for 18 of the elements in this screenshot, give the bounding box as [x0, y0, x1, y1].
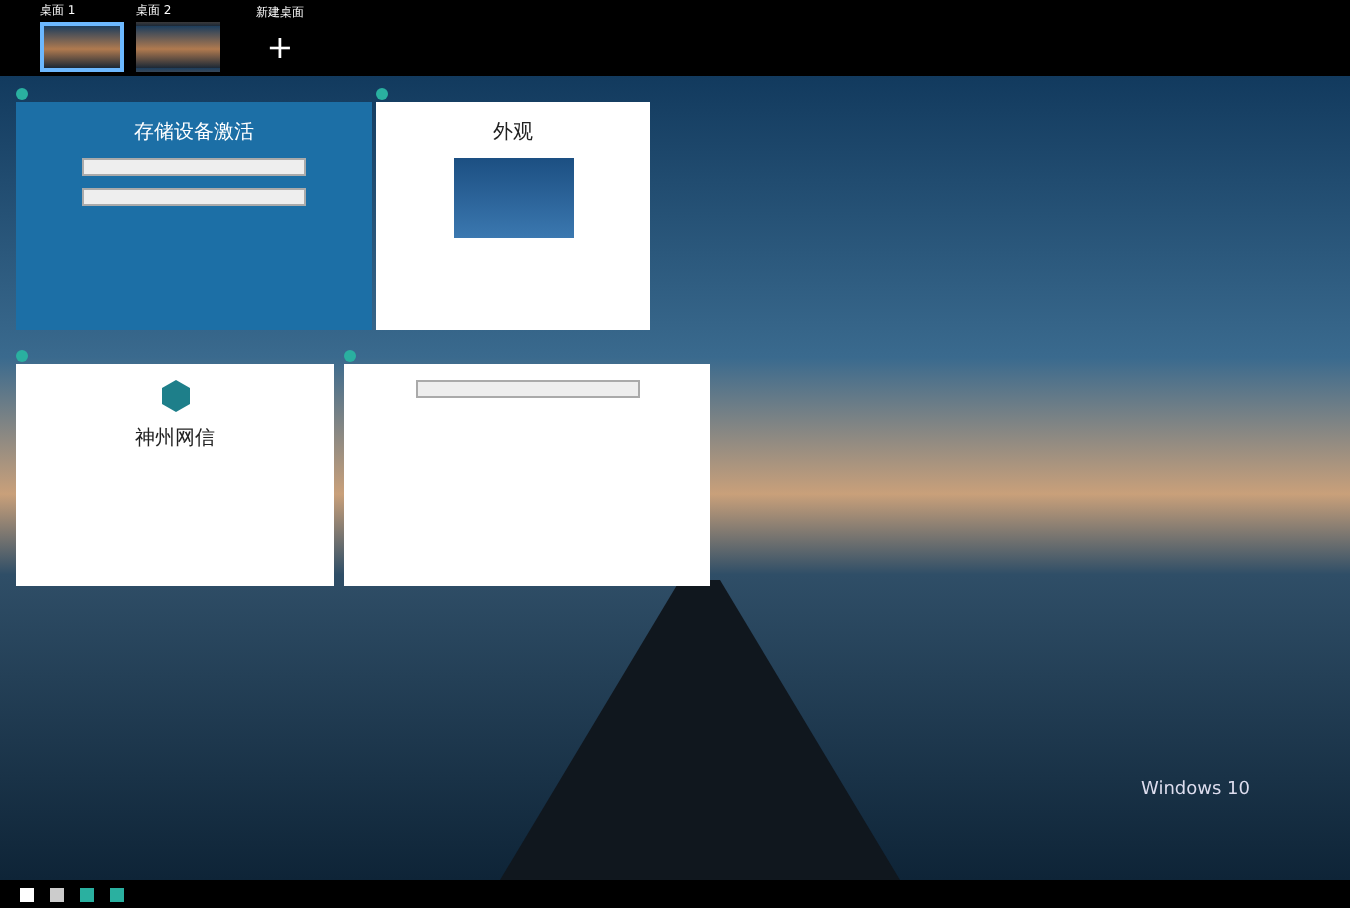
app-icon[interactable]	[110, 887, 124, 901]
wallpaper-preview	[453, 158, 573, 238]
desktop-thumbnail[interactable]	[136, 22, 220, 72]
new-desktop-button[interactable]: +	[266, 22, 294, 72]
search-field[interactable]	[415, 380, 639, 398]
product-name: 神州网信	[135, 425, 215, 452]
input-field[interactable]	[82, 188, 306, 206]
hexagon-logo-icon	[159, 380, 191, 412]
app-icon[interactable]	[80, 887, 94, 901]
window-heading: 存储设备激活	[134, 119, 254, 146]
desktop-thumbnail[interactable]	[40, 22, 124, 72]
input-field[interactable]	[82, 158, 306, 176]
window-heading: 外观	[493, 120, 533, 146]
app-icon	[344, 349, 356, 361]
app-icon	[376, 87, 388, 99]
app-icon	[16, 87, 28, 99]
app-icon	[16, 349, 28, 361]
wallpaper-logo: Windows 10	[1141, 780, 1250, 800]
